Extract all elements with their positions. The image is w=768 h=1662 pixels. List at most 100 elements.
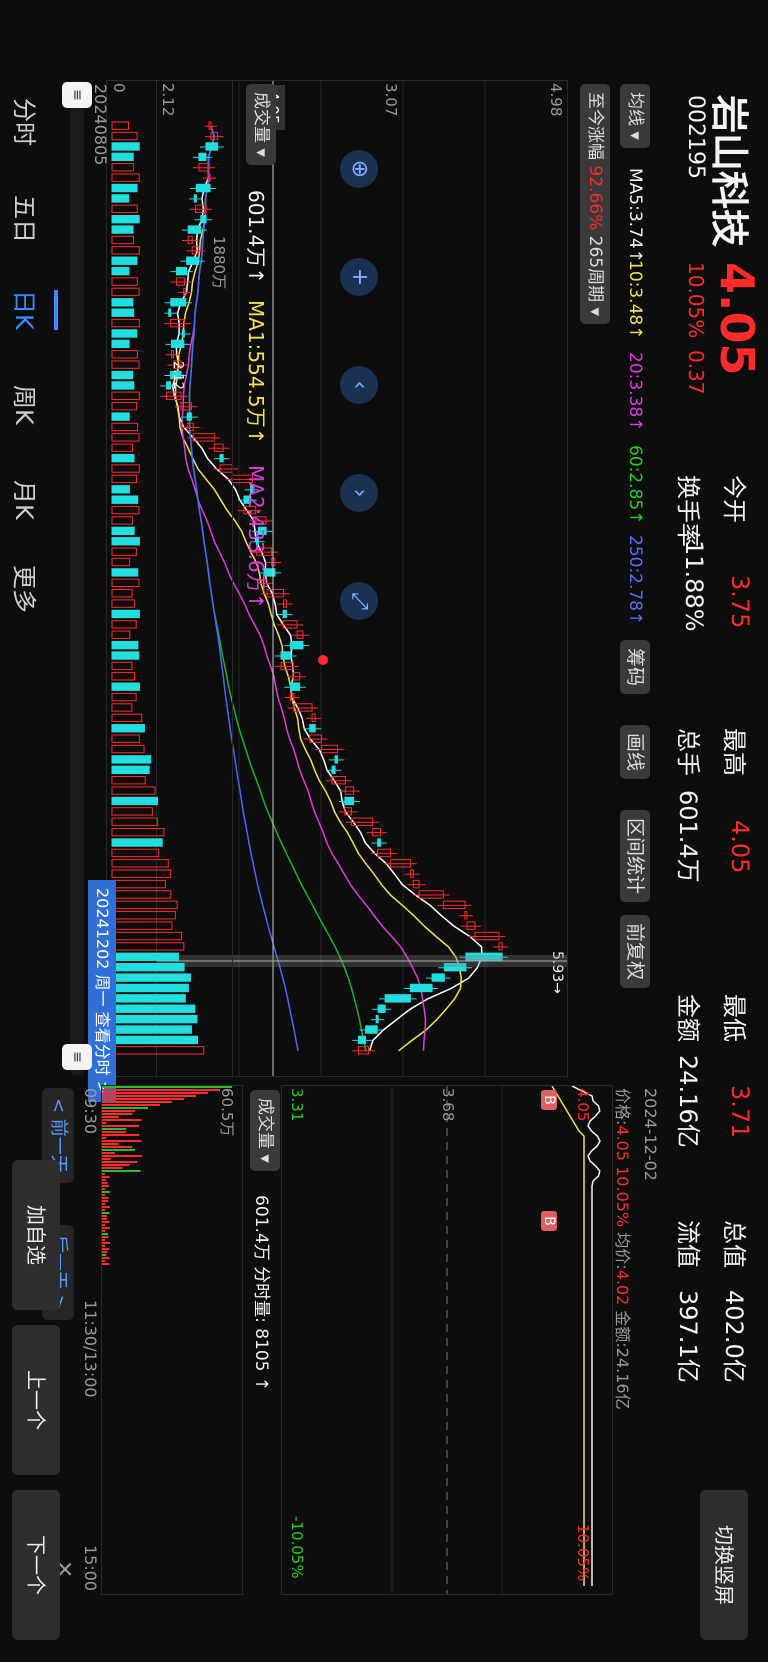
stock-code: 002195	[683, 95, 708, 179]
zoom-in-icon[interactable]: ⊕	[340, 150, 378, 188]
volume-bar	[111, 827, 165, 837]
previous-stock-button[interactable]: 上一个	[12, 1325, 60, 1475]
scroll-handle-right-icon[interactable]: ≡	[62, 1044, 92, 1070]
volume-bar	[111, 557, 131, 567]
volume-bar	[111, 682, 140, 691]
volume-bar	[111, 578, 140, 588]
intraday-volume-bar	[102, 1158, 111, 1160]
intraday-volume-panel[interactable]: 60.5万	[101, 1085, 243, 1595]
intraday-pct: 10.05%	[613, 1166, 632, 1228]
volume-bar	[111, 495, 139, 504]
scroll-handle-left-icon[interactable]: ≡	[62, 82, 92, 108]
intraday-volume-bar	[102, 1125, 140, 1127]
candle-down	[357, 1035, 367, 1045]
intraday-volume-bar	[102, 1131, 127, 1133]
ma-dropdown-label: 均线	[625, 92, 645, 126]
volume-bar	[111, 142, 140, 151]
next-stock-button[interactable]: 下一个	[12, 1490, 60, 1640]
add-to-watchlist-button[interactable]: 加自选	[12, 1160, 60, 1310]
volume-bar	[111, 931, 183, 941]
high-value: 4.05	[726, 820, 754, 874]
tab-more[interactable]: 更多	[9, 565, 44, 613]
intraday-volume-axis-top: 60.5万	[218, 1088, 236, 1137]
gain-period-selector[interactable]: 至今涨幅 92.66% 265周期 ▾	[580, 84, 610, 325]
volume-bar	[111, 713, 143, 723]
intraday-chart-panel[interactable]: 4.05 3.68 3.31 10.05% -10.05% B B	[281, 1085, 613, 1595]
volume-bar	[111, 921, 173, 930]
volume-bar	[111, 786, 156, 795]
volume-bar	[111, 724, 145, 733]
draw-line-button[interactable]: 画线	[620, 725, 650, 780]
candle-down	[377, 1004, 386, 1013]
intraday-y-bottom: 3.31	[288, 1088, 306, 1122]
intraday-volume-bar	[102, 1089, 220, 1091]
open-label: 今开	[720, 475, 748, 523]
y-tick-top: 4.98	[547, 83, 565, 117]
volume-bar	[111, 620, 137, 629]
intraday-volume-dropdown-label: 成交量	[255, 1098, 275, 1149]
ma-dropdown[interactable]: 均线 ▾	[620, 84, 650, 148]
switch-portrait-button[interactable]: 切换竖屏	[700, 1490, 748, 1640]
intraday-volume-bar	[102, 1227, 110, 1229]
intraday-y-mid: 3.68	[439, 1088, 457, 1122]
volume-bar	[111, 890, 172, 899]
intraday-volume-dropdown[interactable]: 成交量 ▾	[250, 1090, 280, 1171]
range-stats-button[interactable]: 区间统计	[620, 810, 650, 903]
volume-value: 601.4万	[674, 790, 702, 883]
intraday-volume-bar	[102, 1209, 105, 1211]
volume-bar	[111, 516, 133, 525]
intraday-volume-bar	[102, 1146, 133, 1148]
change-absolute: 0.37	[684, 350, 708, 395]
period-label: 265周期	[585, 235, 605, 303]
volume-bar	[111, 329, 138, 338]
volume-bar	[111, 391, 140, 401]
tab-weekly-k[interactable]: 周K	[9, 385, 44, 425]
volume-bar	[111, 672, 135, 681]
intraday-volume-bar	[102, 1104, 160, 1106]
buy-marker-1[interactable]: B	[541, 1090, 557, 1110]
intraday-volume-bar	[102, 1122, 107, 1124]
intraday-volume-bar	[102, 1206, 110, 1208]
view-intraday-link[interactable]: 20241202 周一 查看分时 >	[88, 880, 116, 1103]
volume-bar	[111, 838, 163, 847]
tab-five-day[interactable]: 五日	[9, 195, 44, 243]
ma250-label: 250:2.78↑	[625, 535, 645, 626]
volume-bar	[111, 204, 138, 214]
intraday-volume-bar	[102, 1143, 119, 1145]
intraday-volume-bar	[102, 1218, 107, 1220]
volume-bar	[111, 900, 178, 910]
intraday-volume-bar	[102, 1248, 110, 1250]
intraday-volume-bar	[102, 1239, 105, 1241]
chevron-down-icon: ▾	[251, 148, 271, 157]
intraday-price-line	[571, 1086, 601, 1586]
fullscreen-icon[interactable]: ⤢	[340, 582, 378, 620]
time-close: 15:00	[81, 1545, 100, 1592]
tab-daily-k[interactable]: 日K	[9, 290, 44, 330]
add-icon[interactable]: +	[340, 258, 378, 296]
forward-adjust-button[interactable]: 前复权	[620, 915, 650, 989]
tab-intraday[interactable]: 分时	[9, 98, 44, 146]
tab-monthly-k[interactable]: 月K	[9, 480, 44, 520]
volume-bar	[111, 661, 133, 671]
chips-button[interactable]: 筹码	[620, 640, 650, 695]
volume-bar	[111, 246, 140, 255]
intraday-amount-label: 金额:	[613, 1310, 632, 1348]
amount-value: 24.16亿	[674, 1055, 702, 1148]
volume-bar	[111, 287, 140, 297]
volume-bar	[111, 630, 131, 639]
kline-scrollbar-track[interactable]	[70, 80, 84, 1075]
volume-bar	[111, 1004, 196, 1013]
volume-indicator-dropdown[interactable]: 成交量 ▾	[246, 84, 276, 165]
intraday-volume-bar	[102, 1116, 119, 1118]
intraday-volume-bar	[102, 1224, 105, 1226]
chevron-right-icon[interactable]: ›	[340, 474, 378, 512]
kline-volume-panel[interactable]: 1880万 0	[106, 80, 233, 1077]
buy-marker-2[interactable]: B	[541, 1211, 557, 1231]
intraday-volume-bar	[102, 1221, 110, 1223]
intraday-volume-bar	[102, 1230, 106, 1232]
float-value-label: 流值	[674, 1220, 702, 1268]
intraday-chart-svg	[391, 1086, 601, 1594]
chevron-left-icon[interactable]: ‹	[340, 366, 378, 404]
volume-axis-top: 1880万	[210, 236, 228, 290]
intraday-volume-bar	[102, 1170, 141, 1172]
